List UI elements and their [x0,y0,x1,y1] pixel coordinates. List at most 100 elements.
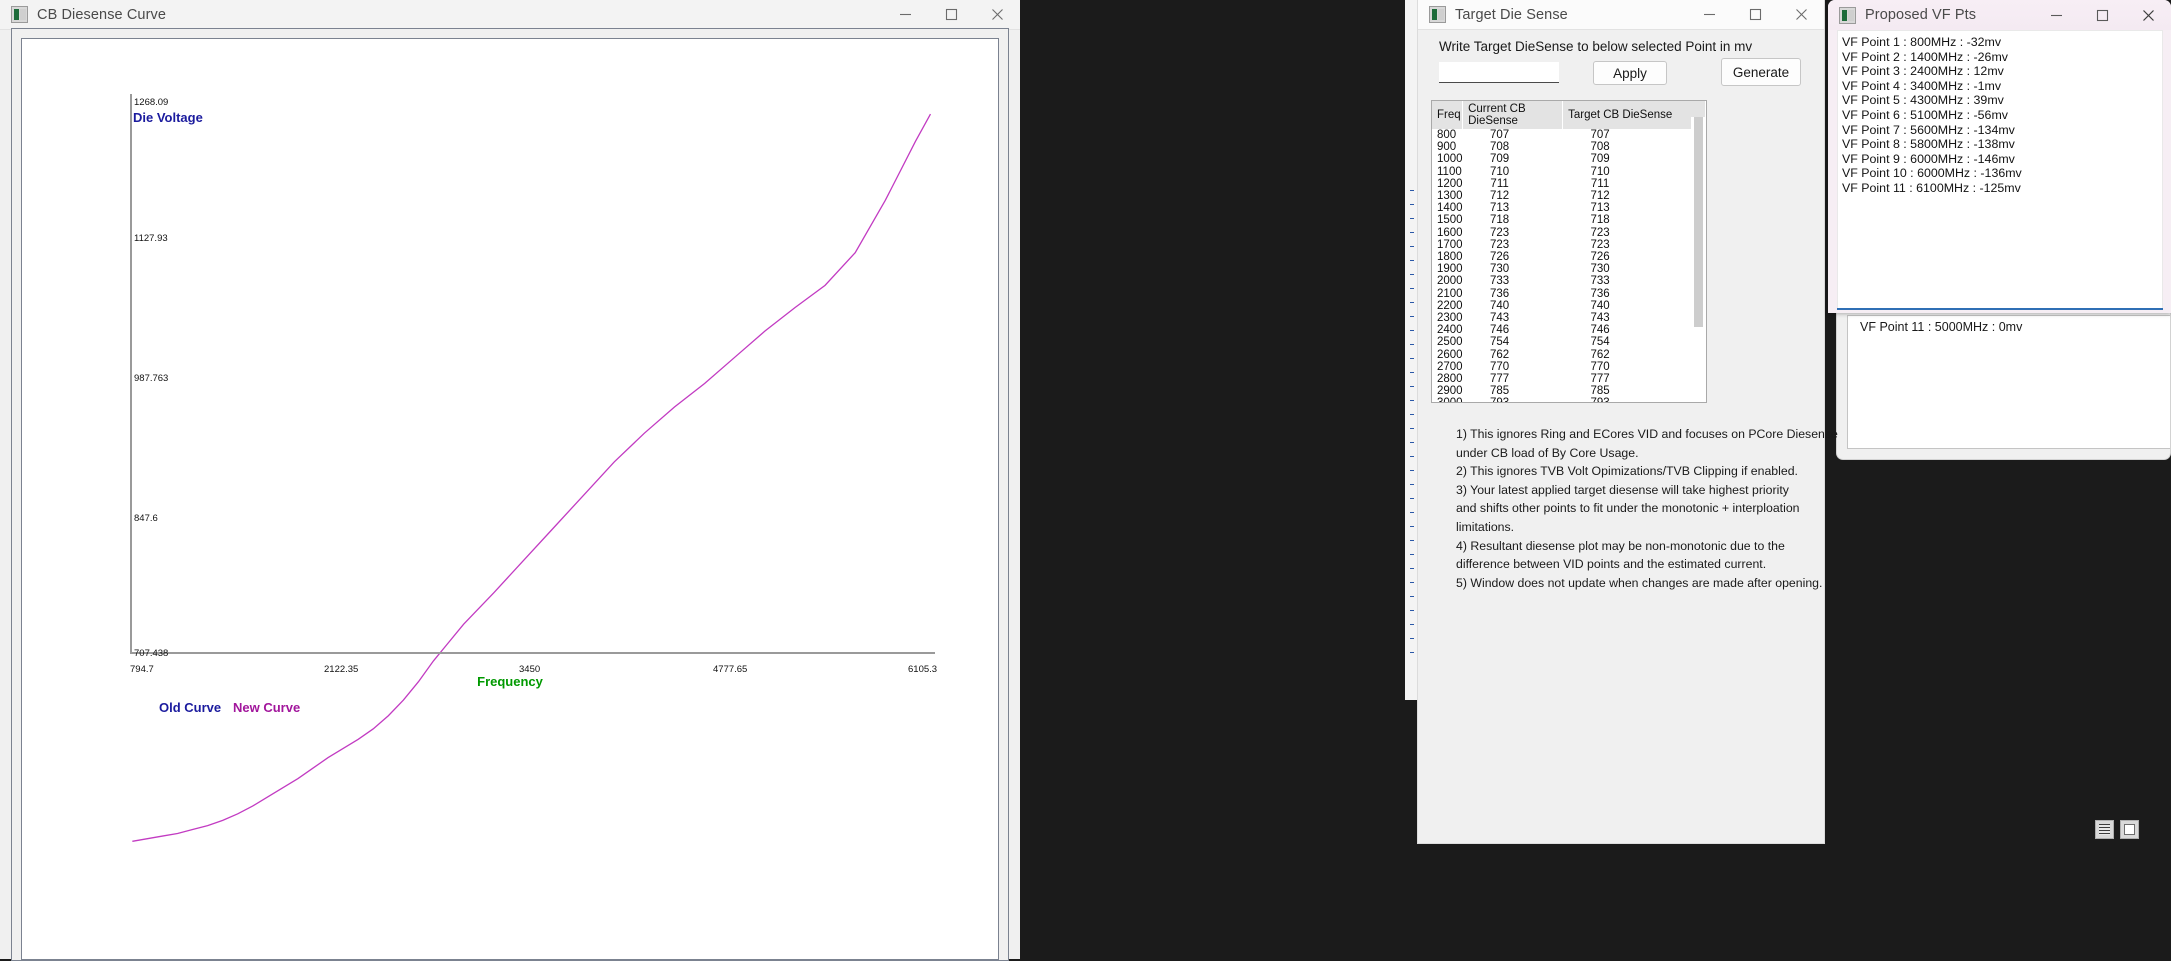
cell-target-diesense: 723 [1590,226,1610,239]
diesense-table-container[interactable]: Freq Current CB DieSense Target CB DieSe… [1431,100,1707,403]
cell-freq: 1000 [1437,153,1463,166]
cell-target-diesense: 762 [1590,348,1610,361]
table-row[interactable]: 2500 754 754 [1432,336,1706,348]
sliver-text-line [1410,232,1414,233]
table-scrollbar-thumb[interactable] [1694,117,1703,327]
table-row[interactable]: 2600 762 762 [1432,349,1706,361]
cell-current-diesense: 770 [1490,360,1510,373]
cell-target-diesense: 723 [1590,238,1610,251]
table-row[interactable]: 1500 718 718 [1432,214,1706,226]
cell-current-diesense: 793 [1463,397,1563,402]
cell-freq: 2700 [1437,360,1463,373]
cell-freq: 900 [1437,141,1457,154]
maximize-icon[interactable] [2079,0,2125,30]
col-header-current[interactable]: Current CB DieSense [1462,101,1564,129]
note-line: 3) Your latest applied target diesense w… [1456,482,1789,497]
mini-icon-group [2095,820,2139,839]
close-icon[interactable] [974,0,1020,30]
vf-titlebar[interactable]: Proposed VF Pts [1828,0,2171,30]
vf-points-panel[interactable]: VF Point 1 : 800MHz : -32mv VF Point 2 : … [1837,30,2163,309]
minimize-icon[interactable] [882,0,928,30]
chart-window-titlebar[interactable]: CB Diesense Curve [0,0,1020,30]
sliver-text-line [1410,526,1414,527]
cell-freq: 800 [1437,129,1457,141]
background-window-text: VF Point 11 : 5000MHz : 0mv [1860,320,2023,334]
table-row[interactable]: 1300 712 712 [1432,190,1706,202]
cell-current-diesense: 723 [1490,238,1510,251]
sliver-text-line [1410,288,1414,289]
sliver-text-line [1410,456,1414,457]
target-diesense-input[interactable] [1439,62,1559,83]
apply-button[interactable]: Apply [1593,61,1667,85]
cell-freq: 2400 [1437,324,1463,337]
minimize-icon[interactable] [1686,0,1732,30]
cell-current-diesense: 777 [1490,373,1510,386]
vf-focus-underline [1837,308,2163,310]
cell-target-diesense: 712 [1590,190,1610,203]
vf-point-line: VF Point 11 : 6100MHz : -125mv [1842,180,2021,195]
vf-points-list: VF Point 1 : 800MHz : -32mv VF Point 2 : … [1842,35,2148,196]
table-row[interactable]: 2900 785 785 [1432,385,1706,397]
table-row[interactable]: 1900 730 730 [1432,263,1706,275]
close-icon[interactable] [1778,0,1824,30]
window-square-icon[interactable] [2120,820,2139,839]
table-row[interactable]: 2400 746 746 [1432,324,1706,336]
table-row[interactable]: 1100 710 710 [1432,166,1706,178]
proposed-vf-pts-window: Proposed VF Pts VF Point 1 : 800MHz : -3… [1828,0,2171,313]
cell-freq: 2000 [1437,275,1463,288]
chart-canvas[interactable]: 1268.09 1127.93 987.763 847.6 707.438 Di… [21,38,999,960]
table-row[interactable]: 2800 777 777 [1432,373,1706,385]
table-row[interactable]: 2100 736 736 [1432,288,1706,300]
table-row[interactable]: 900 708 708 [1432,141,1706,153]
diesense-table-body: 800 707 707 900 708 708 1000 709 709 1100 710 710 12… [1432,129,1706,402]
minimize-icon[interactable] [2033,0,2079,30]
col-header-freq[interactable]: Freq [1432,101,1464,129]
table-scrollbar[interactable] [1691,117,1706,402]
table-row[interactable]: 1800 726 726 [1432,251,1706,263]
cell-current-diesense: 740 [1490,299,1510,312]
vf-point-line: VF Point 10 : 6000MHz : -136mv [1842,166,2022,181]
cell-current-diesense: 733 [1490,275,1510,288]
die-sense-instruction: Write Target DieSense to below selected … [1439,39,1753,54]
cell-current-diesense: 718 [1490,214,1510,227]
chart-outer-frame: 1268.09 1127.93 987.763 847.6 707.438 Di… [11,28,1009,961]
note-line: difference between VID points and the es… [1456,557,1767,572]
note-line: 5) Window does not update when changes a… [1456,575,1823,590]
table-row[interactable]: 1600 723 723 [1432,227,1706,239]
table-row[interactable]: 2000 733 733 [1432,275,1706,287]
col-header-target[interactable]: Target CB DieSense [1562,101,1706,129]
table-row[interactable]: 2300 743 743 [1432,312,1706,324]
table-row[interactable]: 800 707 707 [1432,129,1706,141]
table-row[interactable]: 1400 713 713 [1432,202,1706,214]
cb-diesense-curve-window: CB Diesense Curve 1268.09 1127.93 987.76… [0,0,1020,961]
table-row[interactable]: 3000793793 [1432,397,1706,402]
sliver-text-line [1410,344,1414,345]
cell-current-diesense: 712 [1490,190,1510,203]
cell-current-diesense: 754 [1490,336,1510,349]
sliver-text-line [1410,330,1414,331]
sliver-text-line [1410,596,1414,597]
vf-scrollbar[interactable] [2149,31,2162,308]
table-row[interactable]: 1700 723 723 [1432,239,1706,251]
cell-target-diesense: 777 [1590,373,1610,386]
note-line: 2) This ignores TVB Volt Opimizations/TV… [1456,464,1798,479]
cell-freq: 2100 [1437,287,1463,300]
document-lines-icon[interactable] [2095,820,2114,839]
table-row[interactable]: 2200 740 740 [1432,300,1706,312]
cell-freq: 2200 [1437,299,1463,312]
generate-button[interactable]: Generate [1721,58,1801,86]
cell-target-diesense: 707 [1590,129,1610,141]
close-icon[interactable] [2125,0,2171,30]
table-row[interactable]: 1200 711 711 [1432,178,1706,190]
sliver-text-line [1410,260,1414,261]
background-window[interactable]: VF Point 11 : 5000MHz : 0mv [1836,300,2171,460]
y-tick-2: 987.763 [134,373,169,384]
table-row[interactable]: 2700 770 770 [1432,361,1706,373]
note-line: 1) This ignores Ring and ECores VID and … [1456,427,1838,441]
cell-freq: 2300 [1437,312,1463,325]
note-line: 4) Resultant diesense plot may be non-mo… [1456,538,1785,553]
maximize-icon[interactable] [928,0,974,30]
maximize-icon[interactable] [1732,0,1778,30]
table-row[interactable]: 1000 709 709 [1432,153,1706,165]
die-sense-titlebar[interactable]: Target Die Sense [1418,0,1824,30]
